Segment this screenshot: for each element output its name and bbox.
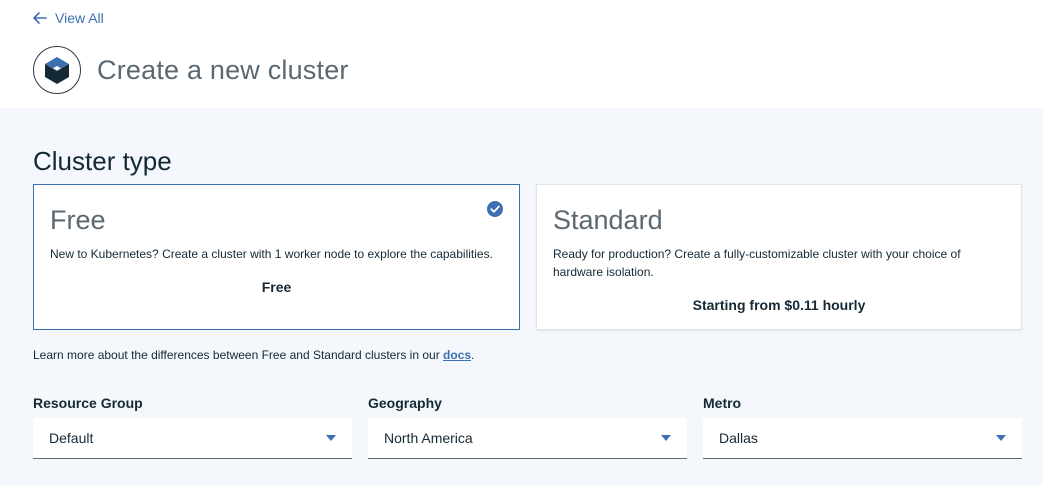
card-description: Ready for production? Create a fully-cus… [553,247,961,279]
chevron-down-icon [661,435,671,441]
resource-group-label: Resource Group [33,395,143,411]
chevron-down-icon [996,435,1006,441]
main-panel: Cluster type Free New to Kubernetes? Cre… [0,108,1043,485]
resource-group-select[interactable]: Default [33,418,352,459]
geography-select[interactable]: North America [368,418,687,459]
page-header: View All Create a new cluster [0,0,1043,108]
card-title: Standard [553,205,663,235]
cluster-type-heading: Cluster type [33,146,172,176]
docs-link[interactable]: docs [443,348,471,362]
view-all-label: View All [55,10,104,26]
page-title: Create a new cluster [97,54,349,85]
docs-note-suffix: . [471,348,475,362]
card-title: Free [50,205,106,235]
kubernetes-cube-icon [33,46,81,94]
card-price: Starting from $0.11 hourly [692,297,866,313]
arrow-left-icon [33,12,47,24]
card-description: New to Kubernetes? Create a cluster with… [50,247,493,261]
docs-note: Learn more about the differences between… [33,348,474,362]
geography-label: Geography [368,395,442,411]
checkmark-icon [487,201,503,217]
chevron-down-icon [326,435,336,441]
metro-value: Dallas [719,430,758,446]
docs-note-text: Learn more about the differences between… [33,348,444,362]
cluster-type-card-free[interactable]: Free New to Kubernetes? Create a cluster… [33,184,520,330]
metro-label: Metro [703,395,742,411]
view-all-link[interactable]: View All [33,10,104,26]
metro-select[interactable]: Dallas [703,418,1022,459]
title-row: Create a new cluster [33,46,349,94]
cluster-type-card-standard[interactable]: Standard Ready for production? Create a … [536,184,1022,330]
resource-group-value: Default [49,430,94,446]
geography-value: North America [384,430,473,446]
card-price: Free [261,279,292,295]
